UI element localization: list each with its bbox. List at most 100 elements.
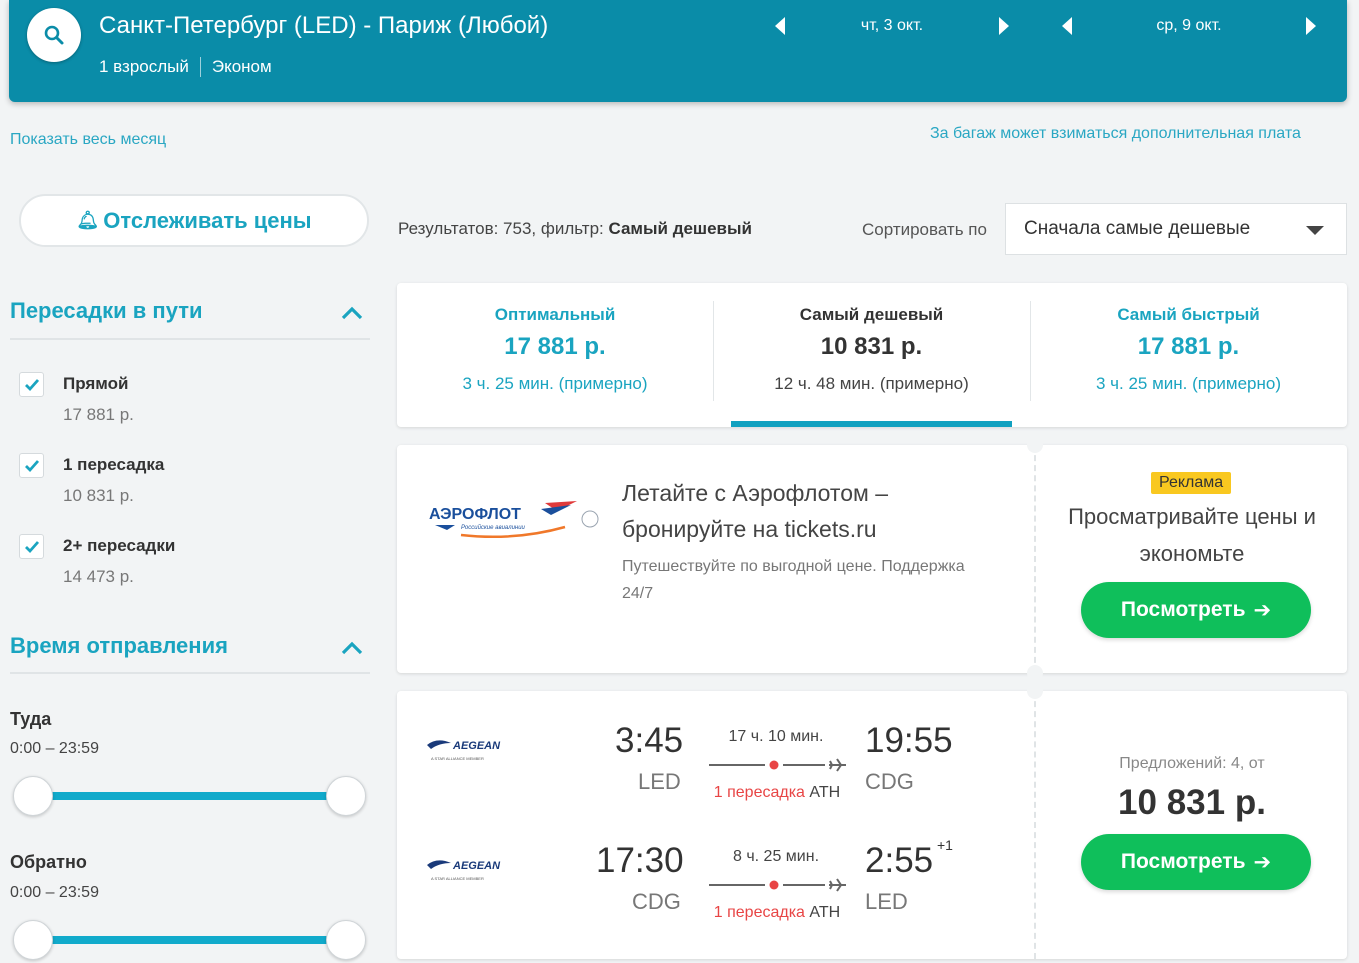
show-month-link[interactable]: Показать весь месяц bbox=[10, 131, 166, 149]
svg-text:Российские авиалинии: Российские авиалинии bbox=[461, 524, 526, 531]
ad-view-button[interactable]: Посмотреть ➔ bbox=[1081, 582, 1311, 638]
return-date-picker: ср, 9 окт. bbox=[1062, 14, 1316, 38]
ad-text: Путешествуйте по выгодной цене. Поддержк… bbox=[622, 558, 965, 602]
return-range: 0:00 – 23:59 bbox=[10, 884, 99, 901]
depart-prev-arrow-icon[interactable] bbox=[775, 17, 785, 35]
tab-name: Самый быстрый bbox=[1117, 305, 1260, 324]
stops-count: 1 пересадка bbox=[713, 904, 805, 921]
ad-promo-text: Просматривайте цены и экономьте bbox=[1068, 504, 1316, 566]
filter-price: 17 881 р. bbox=[63, 405, 134, 424]
return-date[interactable]: ср, 9 окт. bbox=[1072, 17, 1306, 35]
outbound-slider-max-handle[interactable] bbox=[326, 776, 366, 816]
stop-airport: ATH bbox=[809, 784, 841, 801]
results-filter: Самый дешевый bbox=[608, 219, 752, 238]
direct-checkbox[interactable] bbox=[19, 372, 44, 397]
filter-label: 2+ пересадки bbox=[63, 536, 176, 555]
tab-price: 10 831 р. bbox=[820, 333, 923, 360]
checkmark-icon bbox=[24, 378, 39, 391]
tab-name: Оптимальный bbox=[494, 305, 616, 324]
return-label: Обратно bbox=[10, 852, 87, 872]
return-slider-min-handle[interactable] bbox=[13, 920, 53, 960]
tab-duration: 12 ч. 48 мин. (примерно) bbox=[774, 374, 969, 393]
return-slider-max-handle[interactable] bbox=[326, 920, 366, 960]
ticket-notch bbox=[1027, 683, 1043, 699]
search-button[interactable] bbox=[27, 8, 81, 62]
track-prices-button[interactable]: 🔔︎ Отслеживать цены bbox=[19, 194, 369, 247]
ad-card: АЭРОФЛОТ Российские авиалинии Летайте с … bbox=[397, 437, 1347, 681]
perforation-divider bbox=[1034, 445, 1036, 673]
aegean-logo: AEGEAN A STAR ALLIANCE MEMBER bbox=[427, 740, 501, 761]
outbound-range: 0:00 – 23:59 bbox=[10, 740, 99, 757]
filter-label: 1 пересадка bbox=[63, 455, 165, 474]
passenger-info[interactable]: 1 взрослый Эконом bbox=[99, 57, 272, 77]
outbound-slider-track[interactable] bbox=[33, 792, 345, 800]
search-header: Санкт-Петербург (LED) - Париж (Любой) 1 … bbox=[9, 0, 1347, 102]
chevron-up-icon[interactable] bbox=[341, 302, 363, 324]
filter-label: Прямой bbox=[63, 374, 129, 393]
flight-result-card[interactable]: AEGEAN A STAR ALLIANCE MEMBER 3:45 LED 1… bbox=[397, 683, 1347, 959]
tab-optimal[interactable]: Оптимальный 17 881 р. 3 ч. 25 мин. (прим… bbox=[397, 283, 713, 427]
tab-price: 17 881 р. bbox=[1137, 333, 1240, 360]
chevron-up-icon[interactable] bbox=[341, 637, 363, 659]
checkmark-icon bbox=[24, 459, 39, 472]
two-plus-stops-checkbox[interactable] bbox=[19, 534, 44, 559]
stops-count: 1 пересадка bbox=[713, 784, 805, 801]
bell-icon: 🔔︎ bbox=[76, 210, 100, 230]
caret-down-icon bbox=[1306, 226, 1324, 235]
stops-filter-title[interactable]: Пересадки в пути bbox=[10, 298, 203, 324]
return-next-arrow-icon[interactable] bbox=[1306, 17, 1316, 35]
offers-count: Предложений: 4, от bbox=[1119, 755, 1265, 772]
stop-airport: ATH bbox=[809, 904, 841, 921]
ticket-notch bbox=[1027, 665, 1043, 681]
results-count: Результатов: 753, фильтр: bbox=[398, 219, 609, 238]
inbound-arrival-time: 2:55 bbox=[865, 841, 934, 880]
divider bbox=[10, 672, 370, 674]
flight-view-button[interactable]: Посмотреть ➔ bbox=[1081, 834, 1311, 890]
outbound-duration: 17 ч. 10 мин. bbox=[728, 728, 824, 745]
inbound-departure-airport: CDG bbox=[632, 889, 681, 914]
depart-next-arrow-icon[interactable] bbox=[999, 17, 1009, 35]
separator bbox=[199, 57, 201, 77]
divider bbox=[10, 338, 370, 340]
tab-fastest[interactable]: Самый быстрый 17 881 р. 3 ч. 25 мин. (пр… bbox=[1030, 283, 1347, 427]
baggage-note-link[interactable]: За багаж может взиматься дополнительная … bbox=[930, 125, 1301, 143]
depart-date[interactable]: чт, 3 окт. bbox=[785, 17, 999, 35]
outbound-route-line bbox=[709, 758, 846, 772]
search-icon bbox=[44, 25, 64, 45]
next-day-marker: +1 bbox=[937, 837, 953, 853]
arrow-right-icon: ➔ bbox=[1253, 850, 1272, 874]
svg-text:AEGEAN: AEGEAN bbox=[452, 740, 501, 752]
cabin-class: Эконом bbox=[211, 57, 272, 76]
inbound-arrival-airport: LED bbox=[865, 889, 908, 914]
tab-cheapest[interactable]: Самый дешевый 10 831 р. 12 ч. 48 мин. (п… bbox=[713, 283, 1030, 427]
perforation-divider bbox=[1034, 691, 1036, 959]
outbound-stops: 1 пересадка ATH bbox=[703, 784, 851, 802]
sort-tabs: Оптимальный 17 881 р. 3 ч. 25 мин. (прим… bbox=[397, 283, 1347, 427]
filter-price: 10 831 р. bbox=[63, 486, 134, 505]
route-title[interactable]: Санкт-Петербург (LED) - Париж (Любой) bbox=[99, 12, 548, 40]
sort-value: Сначала самые дешевые bbox=[1024, 218, 1251, 239]
return-slider-track[interactable] bbox=[33, 936, 345, 944]
ad-title[interactable]: Летайте с Аэрофлотом – бронируйте на tic… bbox=[622, 475, 982, 547]
inbound-stops: 1 пересадка ATH bbox=[703, 904, 851, 922]
one-stop-checkbox[interactable] bbox=[19, 453, 44, 478]
svg-text:АЭРОФЛОТ: АЭРОФЛОТ bbox=[429, 506, 521, 523]
return-prev-arrow-icon[interactable] bbox=[1062, 17, 1072, 35]
outbound-arrival-time: 19:55 bbox=[865, 721, 953, 760]
sort-label: Сортировать по bbox=[862, 220, 987, 239]
sort-dropdown[interactable]: Сначала самые дешевые bbox=[1005, 203, 1347, 255]
aegean-logo: AEGEAN A STAR ALLIANCE MEMBER bbox=[427, 860, 501, 881]
arrow-right-icon: ➔ bbox=[1253, 598, 1272, 622]
svg-text:A STAR ALLIANCE MEMBER: A STAR ALLIANCE MEMBER bbox=[431, 876, 484, 881]
depart-date-picker: чт, 3 окт. bbox=[775, 14, 1009, 38]
outbound-slider-min-handle[interactable] bbox=[13, 776, 53, 816]
tab-price: 17 881 р. bbox=[504, 333, 606, 360]
tab-duration: 3 ч. 25 мин. (примерно) bbox=[1095, 374, 1282, 393]
track-prices-label: Отслеживать цены bbox=[103, 207, 312, 233]
departure-time-title[interactable]: Время отправления bbox=[10, 633, 228, 659]
svg-text:AEGEAN: AEGEAN bbox=[452, 860, 501, 872]
ad-badge: Реклама bbox=[1151, 472, 1232, 494]
flight-price: 10 831 р. bbox=[1118, 783, 1266, 822]
tab-duration: 3 ч. 25 мин. (примерно) bbox=[462, 374, 648, 393]
inbound-departure-time: 17:30 bbox=[596, 841, 684, 880]
